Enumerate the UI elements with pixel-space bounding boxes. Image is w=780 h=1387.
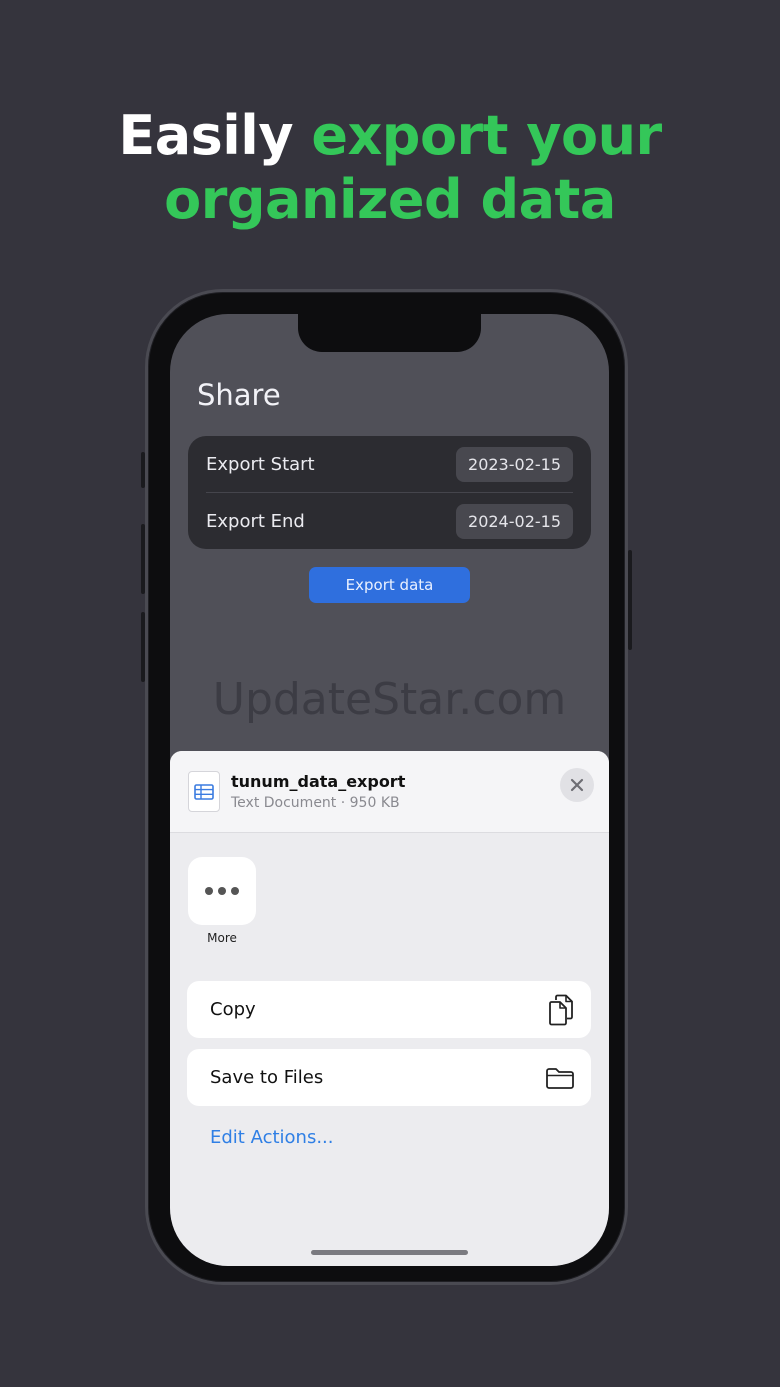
export-range-card: Export Start 2023-02-15 Export End 2024-… — [188, 436, 591, 549]
phone-power-button — [628, 550, 632, 650]
export-start-label: Export Start — [206, 453, 315, 475]
phone-notch — [298, 314, 481, 352]
close-button[interactable] — [560, 768, 594, 802]
copy-action-label: Copy — [210, 999, 256, 1020]
copy-action[interactable]: Copy — [187, 981, 591, 1038]
phone-volume-up — [141, 524, 145, 594]
page-title: Share — [197, 378, 281, 412]
more-button[interactable] — [188, 857, 256, 925]
export-data-button[interactable]: Export data — [309, 567, 470, 603]
headline-part-green: export your — [311, 104, 662, 167]
phone-frame: Share Export Start 2023-02-15 Export End… — [141, 289, 632, 1285]
save-to-files-action[interactable]: Save to Files — [187, 1049, 591, 1106]
save-to-files-label: Save to Files — [210, 1067, 324, 1088]
folder-icon — [546, 1067, 574, 1089]
share-sheet: tunum_data_export Text Document · 950 KB — [170, 751, 609, 1266]
copy-icon — [549, 994, 573, 1025]
more-dots-icon — [205, 887, 239, 895]
app-store-screenshot: Easily export your organized data Share … — [0, 0, 780, 1387]
file-meta: Text Document · 950 KB — [231, 795, 400, 811]
export-end-row: Export End 2024-02-15 — [206, 493, 573, 549]
close-icon — [570, 778, 584, 792]
export-end-date-picker[interactable]: 2024-02-15 — [456, 503, 573, 539]
home-indicator — [311, 1250, 468, 1255]
spreadsheet-file-icon — [188, 771, 220, 812]
share-sheet-header: tunum_data_export Text Document · 950 KB — [170, 751, 609, 833]
export-start-date-picker[interactable]: 2023-02-15 — [456, 446, 573, 482]
phone-screen: Share Export Start 2023-02-15 Export End… — [170, 314, 609, 1266]
phone-silent-switch — [141, 452, 145, 488]
edit-actions-link[interactable]: Edit Actions... — [210, 1127, 334, 1148]
file-name: tunum_data_export — [231, 772, 406, 791]
export-start-row: Export Start 2023-02-15 — [206, 436, 573, 492]
phone-volume-down — [141, 612, 145, 682]
headline-part-white: Easily — [118, 104, 312, 167]
headline: Easily export your organized data — [0, 104, 780, 232]
headline-part-green-2: organized data — [164, 168, 616, 231]
watermark: UpdateStar.com — [212, 674, 567, 725]
export-end-label: Export End — [206, 510, 305, 532]
more-label: More — [207, 931, 237, 945]
